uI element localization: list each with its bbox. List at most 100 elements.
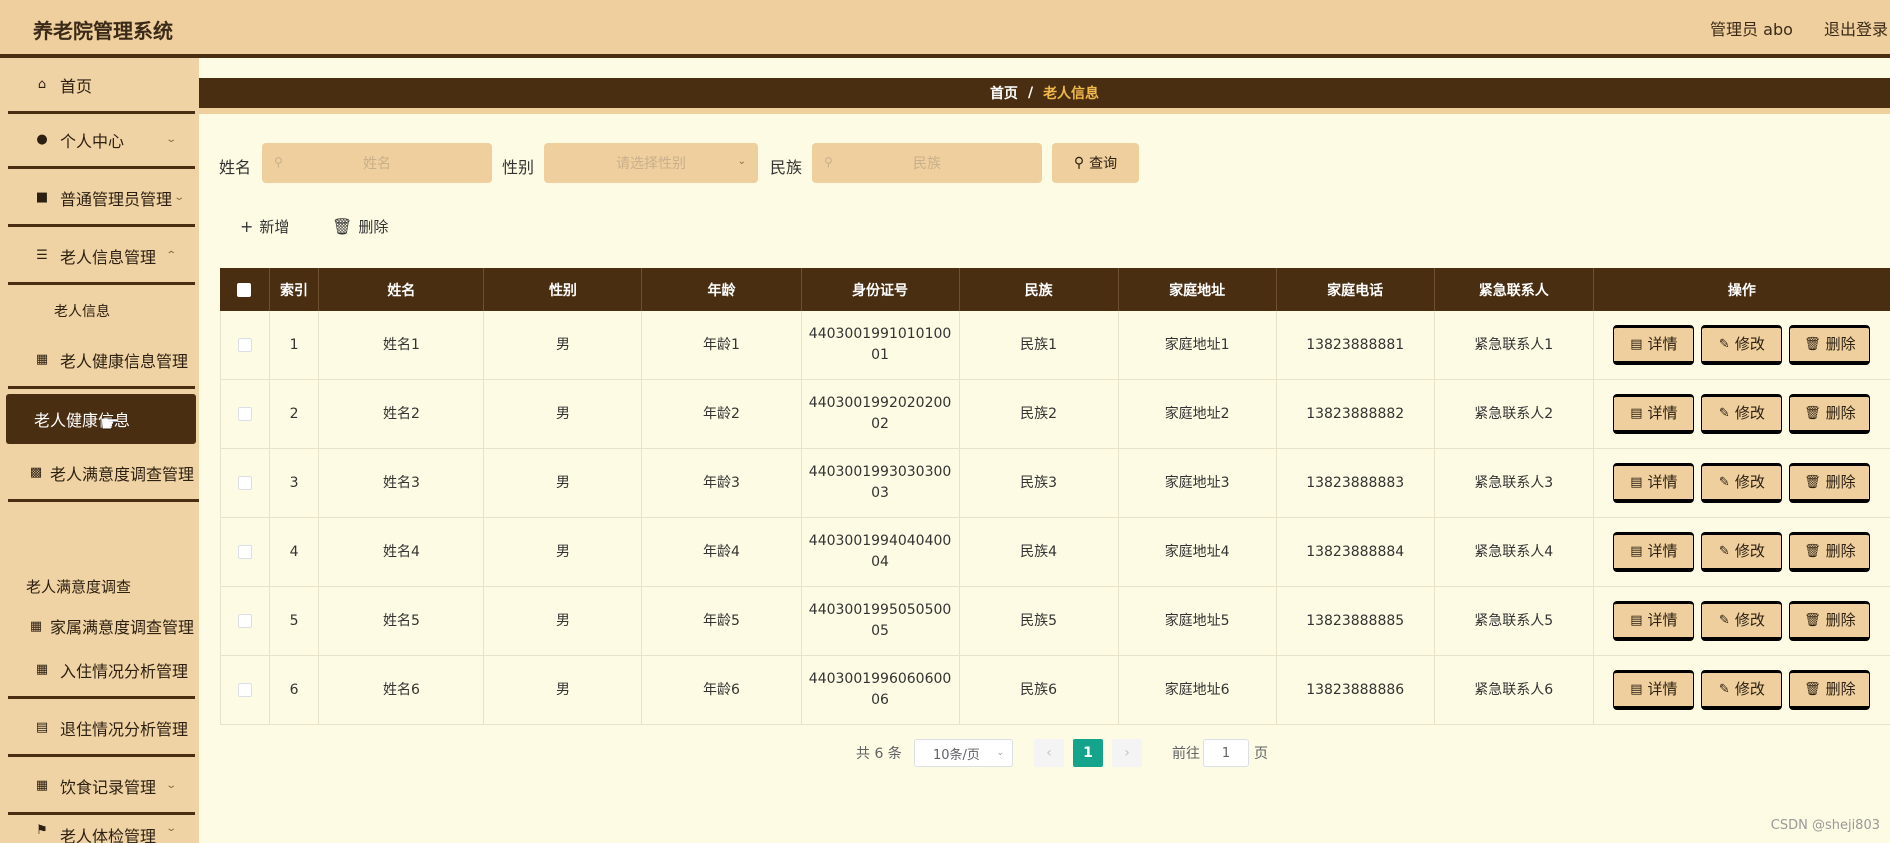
- ethnic-search-input[interactable]: ⚲ 民族: [812, 143, 1042, 183]
- select-all-checkbox[interactable]: [237, 282, 252, 297]
- sidebar-item-label: 老人体检管理: [60, 827, 157, 843]
- row-checkbox[interactable]: [237, 683, 252, 697]
- detail-button[interactable]: ▤ 详情: [1613, 394, 1695, 434]
- page-number-current[interactable]: 1: [1073, 739, 1103, 767]
- cell-gender: 男: [484, 380, 643, 448]
- id-number-line1: 4403001995050500: [808, 602, 952, 618]
- row-checkbox[interactable]: [237, 338, 252, 352]
- query-label: 查询: [1089, 156, 1118, 172]
- delete-button[interactable]: 🗑 删除: [1789, 601, 1871, 641]
- document-icon: ▤: [1630, 613, 1643, 628]
- breadcrumb-home[interactable]: 首页: [990, 83, 1018, 103]
- clipboard-icon: ▤: [35, 720, 49, 735]
- edit-button[interactable]: ✎ 修改: [1701, 325, 1783, 365]
- goto-page-input[interactable]: 1: [1203, 739, 1249, 767]
- edit-button[interactable]: ✎ 修改: [1701, 601, 1783, 641]
- edit-button[interactable]: ✎ 修改: [1701, 670, 1783, 710]
- sidebar-item-personal-center[interactable]: ● 个人中心 ⌄: [8, 113, 195, 169]
- detail-button[interactable]: ▤ 详情: [1613, 670, 1695, 710]
- name-label: 姓名: [219, 158, 252, 177]
- trash-icon: 🗑: [1804, 406, 1821, 421]
- row-checkbox[interactable]: [237, 407, 252, 421]
- sidebar-subitem-elder-info[interactable]: 老人信息: [54, 301, 110, 321]
- id-number-line2: 06: [871, 692, 889, 708]
- table-row: 3 姓名3 男 年龄3 4403001993030300 03 民族3 家庭地址3…: [220, 449, 1890, 518]
- id-number-line2: 04: [871, 554, 889, 570]
- gender-select[interactable]: 请选择性别 ⌄: [544, 143, 758, 183]
- prev-page-button[interactable]: ‹: [1034, 739, 1064, 767]
- logout-link[interactable]: 退出登录: [1824, 20, 1888, 39]
- sidebar-item-label: 饮食记录管理: [60, 777, 157, 797]
- current-user: 管理员 abo: [1710, 20, 1793, 39]
- col-header-gender: 性别: [484, 268, 643, 311]
- cell-id-number: 4403001994040400 04: [802, 518, 960, 586]
- document-icon: ▤: [1630, 544, 1643, 559]
- add-button[interactable]: + 新增: [240, 214, 289, 238]
- row-select-cell: [220, 449, 270, 517]
- name-search-input[interactable]: ⚲ 姓名: [262, 143, 492, 183]
- edit-icon: ✎: [1718, 613, 1730, 628]
- edit-icon: ✎: [1718, 406, 1730, 421]
- sidebar-item-elder-checkup[interactable]: ⚑ 老人体检管理 ⌄: [8, 817, 195, 843]
- sidebar-item-elder-info-management[interactable]: ☰ 老人信息管理 ⌃: [8, 229, 195, 285]
- detail-button[interactable]: ▤ 详情: [1613, 325, 1695, 365]
- search-icon: ⚲: [274, 155, 283, 169]
- top-header: 养老院管理系统 管理员 abo 退出登录: [0, 0, 1890, 58]
- edit-button[interactable]: ✎ 修改: [1701, 394, 1783, 434]
- trash-icon: 🗑: [1804, 613, 1821, 628]
- row-checkbox[interactable]: [237, 545, 252, 559]
- cell-phone: 13823888884: [1277, 518, 1435, 586]
- query-button[interactable]: ⚲ 查询: [1052, 143, 1139, 183]
- id-number-line1: 4403001991010100: [808, 326, 952, 342]
- chevron-down-icon: ⌄: [172, 192, 185, 203]
- row-select-cell: [220, 587, 270, 655]
- detail-button[interactable]: ▤ 详情: [1613, 463, 1695, 503]
- delete-button[interactable]: 🗑 删除: [1789, 670, 1871, 710]
- sidebar-item-checkout-analysis[interactable]: ▤ 退住情况分析管理: [8, 701, 195, 757]
- document-icon: ▤: [1630, 475, 1643, 490]
- delete-button[interactable]: 🗑 删除: [1789, 394, 1871, 434]
- breadcrumb: 首页 / 老人信息: [199, 78, 1890, 114]
- next-page-button[interactable]: ›: [1112, 739, 1142, 767]
- sidebar-item-home[interactable]: ⌂ 首页: [8, 58, 195, 114]
- trash-icon: 🗑: [1804, 544, 1821, 559]
- row-checkbox[interactable]: [237, 614, 252, 628]
- row-checkbox[interactable]: [237, 476, 252, 490]
- chevron-up-icon: ⌃: [164, 250, 177, 261]
- batch-delete-button[interactable]: 🗑 删除: [332, 214, 388, 238]
- page-unit-label: 页: [1254, 746, 1268, 762]
- detail-button[interactable]: ▤ 详情: [1613, 532, 1695, 572]
- cell-age: 年龄6: [642, 656, 802, 724]
- watermark: CSDN @sheji803: [1770, 818, 1880, 833]
- detail-label: 详情: [1647, 680, 1678, 698]
- page-size-select[interactable]: 10条/页 ⌄: [914, 739, 1013, 767]
- sidebar-subitem-elder-satisfaction[interactable]: 老人满意度调查: [26, 576, 131, 597]
- search-icon: ⚲: [1073, 155, 1085, 171]
- cell-id-number: 4403001993030300 03: [802, 449, 960, 517]
- home-icon: ⌂: [37, 77, 47, 92]
- breadcrumb-separator: /: [1027, 85, 1034, 101]
- sidebar-item-label: 老人满意度调查管理: [50, 464, 195, 484]
- table-row: 6 姓名6 男 年龄6 4403001996060600 06 民族6 家庭地址6…: [220, 656, 1890, 725]
- chevron-left-icon: ‹: [1046, 745, 1052, 761]
- edit-button[interactable]: ✎ 修改: [1701, 463, 1783, 503]
- edit-button[interactable]: ✎ 修改: [1701, 532, 1783, 572]
- cell-phone: 13823888883: [1277, 449, 1435, 517]
- gender-placeholder: 请选择性别: [616, 156, 686, 172]
- sidebar-item-diet-records[interactable]: ▦ 饮食记录管理 ⌄: [8, 759, 195, 815]
- card-icon: ■: [35, 190, 49, 205]
- grid-icon: ▦: [35, 662, 49, 677]
- row-select-cell: [220, 656, 270, 724]
- sidebar-item-admin-management[interactable]: ■ 普通管理员管理 ⌄: [8, 171, 195, 227]
- delete-label: 删除: [1825, 404, 1856, 422]
- sidebar-item-checkin-analysis[interactable]: ▦ 入住情况分析管理: [8, 643, 195, 699]
- delete-button[interactable]: 🗑 删除: [1789, 532, 1871, 572]
- cell-name: 姓名4: [319, 518, 485, 586]
- delete-button[interactable]: 🗑 删除: [1789, 325, 1871, 365]
- detail-button[interactable]: ▤ 详情: [1613, 601, 1695, 641]
- sidebar-item-elder-health-management[interactable]: ▦ 老人健康信息管理: [8, 333, 195, 389]
- sidebar-item-elder-satisfaction-management[interactable]: ▩ 老人满意度调查管理: [8, 446, 199, 502]
- delete-button[interactable]: 🗑 删除: [1789, 463, 1871, 503]
- id-number-line2: 01: [871, 347, 889, 363]
- col-header-age: 年龄: [642, 268, 802, 311]
